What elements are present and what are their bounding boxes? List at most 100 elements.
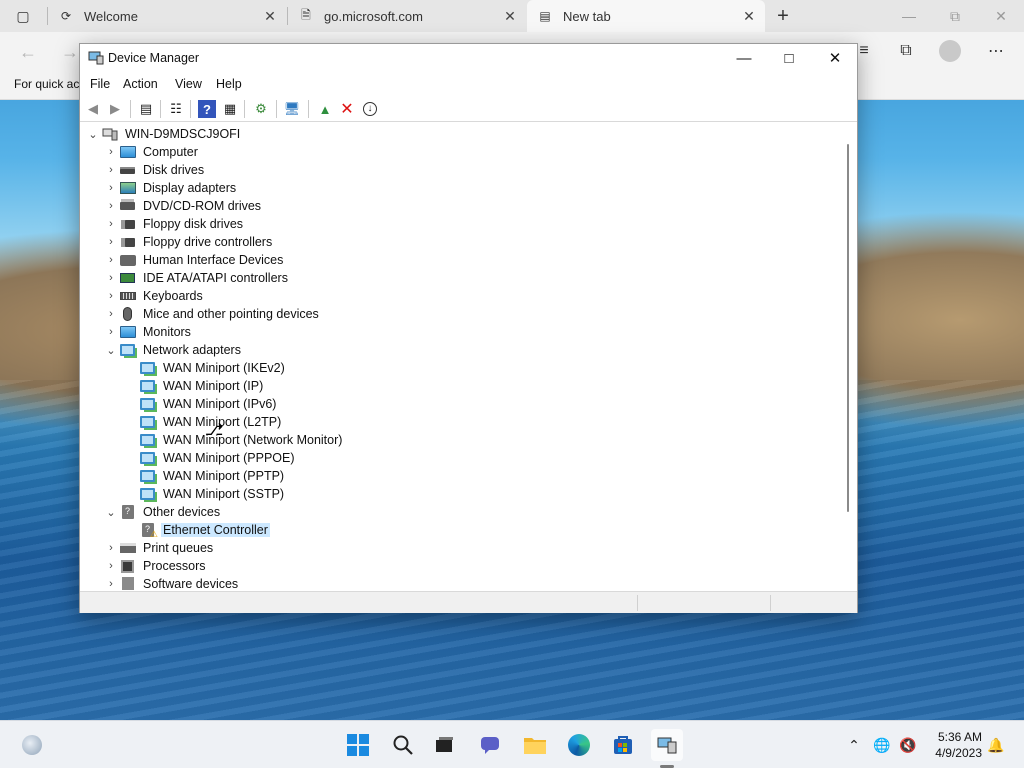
tree-item-computer[interactable]: › Computer: [103, 143, 200, 161]
profile-avatar-icon[interactable]: [936, 38, 964, 64]
chevron-right-icon[interactable]: ›: [103, 215, 119, 233]
new-tab-plus-icon[interactable]: +: [760, 0, 806, 32]
tree-item-other-devices[interactable]: ⌄ ? Other devices: [103, 503, 222, 521]
chevron-right-icon[interactable]: ›: [103, 251, 119, 269]
tree-item-label: Mice and other pointing devices: [143, 307, 319, 321]
network-globe-icon[interactable]: 🌐: [872, 735, 892, 755]
maximize-icon[interactable]: □: [766, 44, 812, 72]
close-tab-icon[interactable]: ✕: [502, 8, 518, 24]
tree-child-wan-sstp[interactable]: WAN Miniport (SSTP): [139, 485, 286, 503]
disable-device-icon[interactable]: ↓: [361, 100, 379, 118]
add-legacy-hardware-icon[interactable]: ▲: [316, 100, 334, 118]
menu-action[interactable]: Action: [123, 77, 158, 91]
start-windows-icon[interactable]: [342, 729, 374, 761]
tree-child-wan-ipv6[interactable]: WAN Miniport (IPv6): [139, 395, 278, 413]
tab-go-microsoft[interactable]: 🗎 go.microsoft.com ✕: [288, 0, 526, 32]
tree-item-hid[interactable]: › Human Interface Devices: [103, 251, 285, 269]
chevron-right-icon[interactable]: ›: [103, 179, 119, 197]
toolbar: ◀ ▶ ▤ ☷ ? ▦ ⚙ 🖥 ▲ ✕ ↓: [80, 96, 857, 122]
chevron-right-icon[interactable]: ›: [103, 161, 119, 179]
tree-child-wan-ip[interactable]: WAN Miniport (IP): [139, 377, 265, 395]
tree-item-display-adapters[interactable]: › Display adapters: [103, 179, 238, 197]
file-explorer-icon[interactable]: [519, 729, 551, 761]
chevron-right-icon[interactable]: ›: [103, 575, 119, 590]
close-tab-icon[interactable]: ✕: [741, 8, 757, 24]
chevron-right-icon[interactable]: ›: [103, 197, 119, 215]
tree-item-software-devices[interactable]: › Software devices: [103, 575, 240, 590]
browser-restore-icon[interactable]: ⧉: [932, 0, 978, 32]
chat-icon[interactable]: [474, 729, 506, 761]
volume-muted-icon[interactable]: 🔇: [898, 735, 918, 755]
tab-new-tab[interactable]: ▤ New tab ✕: [527, 0, 765, 32]
chevron-down-icon[interactable]: ⌄: [103, 341, 119, 359]
settings-more-icon[interactable]: ⋯: [982, 38, 1010, 64]
search-icon[interactable]: [387, 729, 419, 761]
back-icon[interactable]: ◀: [84, 100, 102, 118]
uninstall-device-icon[interactable]: ✕: [338, 100, 356, 118]
tree-item-label: Floppy drive controllers: [143, 235, 273, 249]
chevron-right-icon[interactable]: ›: [103, 287, 119, 305]
minimize-icon[interactable]: —: [721, 44, 767, 72]
chevron-right-icon[interactable]: ›: [103, 233, 119, 251]
scan-hardware-changes-icon[interactable]: 🖥: [283, 100, 301, 118]
show-hidden-icons-chevron-up-icon[interactable]: ⌃: [844, 735, 864, 755]
chevron-down-icon[interactable]: ⌄: [103, 503, 119, 521]
close-icon[interactable]: ✕: [812, 44, 858, 72]
notification-bell-icon[interactable]: 🔔: [986, 735, 1006, 755]
collections-icon[interactable]: ⧉: [892, 38, 920, 64]
task-view-icon[interactable]: [428, 729, 460, 761]
chevron-right-icon[interactable]: ›: [103, 143, 119, 161]
tree-root[interactable]: ⌄ WIN-D9MDSCJ9OFI: [85, 125, 242, 143]
tree-item-disk-drives[interactable]: › Disk drives: [103, 161, 206, 179]
tree-item-monitors[interactable]: › Monitors: [103, 323, 193, 341]
device-manager-taskbar-icon[interactable]: [651, 729, 683, 761]
properties-icon[interactable]: ☷: [167, 100, 185, 118]
chevron-right-icon[interactable]: ›: [103, 539, 119, 557]
back-arrow-icon[interactable]: ←: [14, 38, 42, 66]
menu-bar: File Action View Help: [80, 72, 857, 96]
tree-child-ethernet-controller[interactable]: ? ⚠ Ethernet Controller: [139, 521, 270, 539]
tree-item-print-queues[interactable]: › Print queues: [103, 539, 215, 557]
chevron-right-icon[interactable]: ›: [103, 323, 119, 341]
tree-child-wan-ikev2[interactable]: WAN Miniport (IKEv2): [139, 359, 287, 377]
computer-icon: [101, 127, 118, 141]
chevron-down-icon[interactable]: ⌄: [85, 125, 101, 143]
clock[interactable]: 5:36 AM 4/9/2023: [935, 729, 982, 761]
tree-item-ide-controllers[interactable]: › IDE ATA/ATAPI controllers: [103, 269, 290, 287]
tree-child-wan-pptp[interactable]: WAN Miniport (PPTP): [139, 467, 286, 485]
tree-child-wan-pppoe[interactable]: WAN Miniport (PPPOE): [139, 449, 297, 467]
tree-item-processors[interactable]: › Processors: [103, 557, 208, 575]
tree-item-keyboards[interactable]: › Keyboards: [103, 287, 205, 305]
action-pane-icon[interactable]: ▦: [221, 100, 239, 118]
network-adapter-icon: [139, 451, 156, 465]
forward-icon[interactable]: ▶: [106, 100, 124, 118]
tab-welcome[interactable]: ⟳ Welcome ✕: [48, 0, 286, 32]
edge-browser-icon[interactable]: [563, 729, 595, 761]
chevron-right-icon[interactable]: ›: [103, 305, 119, 323]
menu-help[interactable]: Help: [216, 77, 242, 91]
display-adapter-icon: [119, 181, 136, 195]
document-icon: 🗎: [301, 7, 311, 22]
menu-view[interactable]: View: [175, 77, 202, 91]
browser-minimize-icon[interactable]: —: [886, 0, 932, 32]
tree-item-mice[interactable]: › Mice and other pointing devices: [103, 305, 321, 323]
chevron-right-icon[interactable]: ›: [103, 269, 119, 287]
browser-close-icon[interactable]: ✕: [978, 0, 1024, 32]
help-icon[interactable]: ?: [198, 100, 216, 118]
favorites-bar-text: For quick ac: [14, 77, 80, 91]
show-hide-console-tree-icon[interactable]: ▤: [137, 100, 155, 118]
chevron-right-icon[interactable]: ›: [103, 557, 119, 575]
menu-file[interactable]: File: [90, 77, 110, 91]
vertical-scrollbar[interactable]: [847, 144, 849, 512]
tree-item-network-adapters[interactable]: ⌄ Network adapters: [103, 341, 243, 359]
tree-item-floppy-disk-drives[interactable]: › Floppy disk drives: [103, 215, 245, 233]
update-driver-icon[interactable]: ⚙: [252, 100, 270, 118]
tree-item-floppy-controllers[interactable]: › Floppy drive controllers: [103, 233, 274, 251]
widgets-weather-icon[interactable]: [16, 729, 48, 761]
tab-actions-icon[interactable]: ▢: [0, 0, 46, 32]
tree-item-dvd-drives[interactable]: › DVD/CD-ROM drives: [103, 197, 263, 215]
tree-child-wan-network-monitor[interactable]: WAN Miniport (Network Monitor): [139, 431, 344, 449]
close-tab-icon[interactable]: ✕: [262, 8, 278, 24]
title-bar[interactable]: Device Manager — □ ✕: [80, 44, 857, 72]
microsoft-store-icon[interactable]: [607, 729, 639, 761]
